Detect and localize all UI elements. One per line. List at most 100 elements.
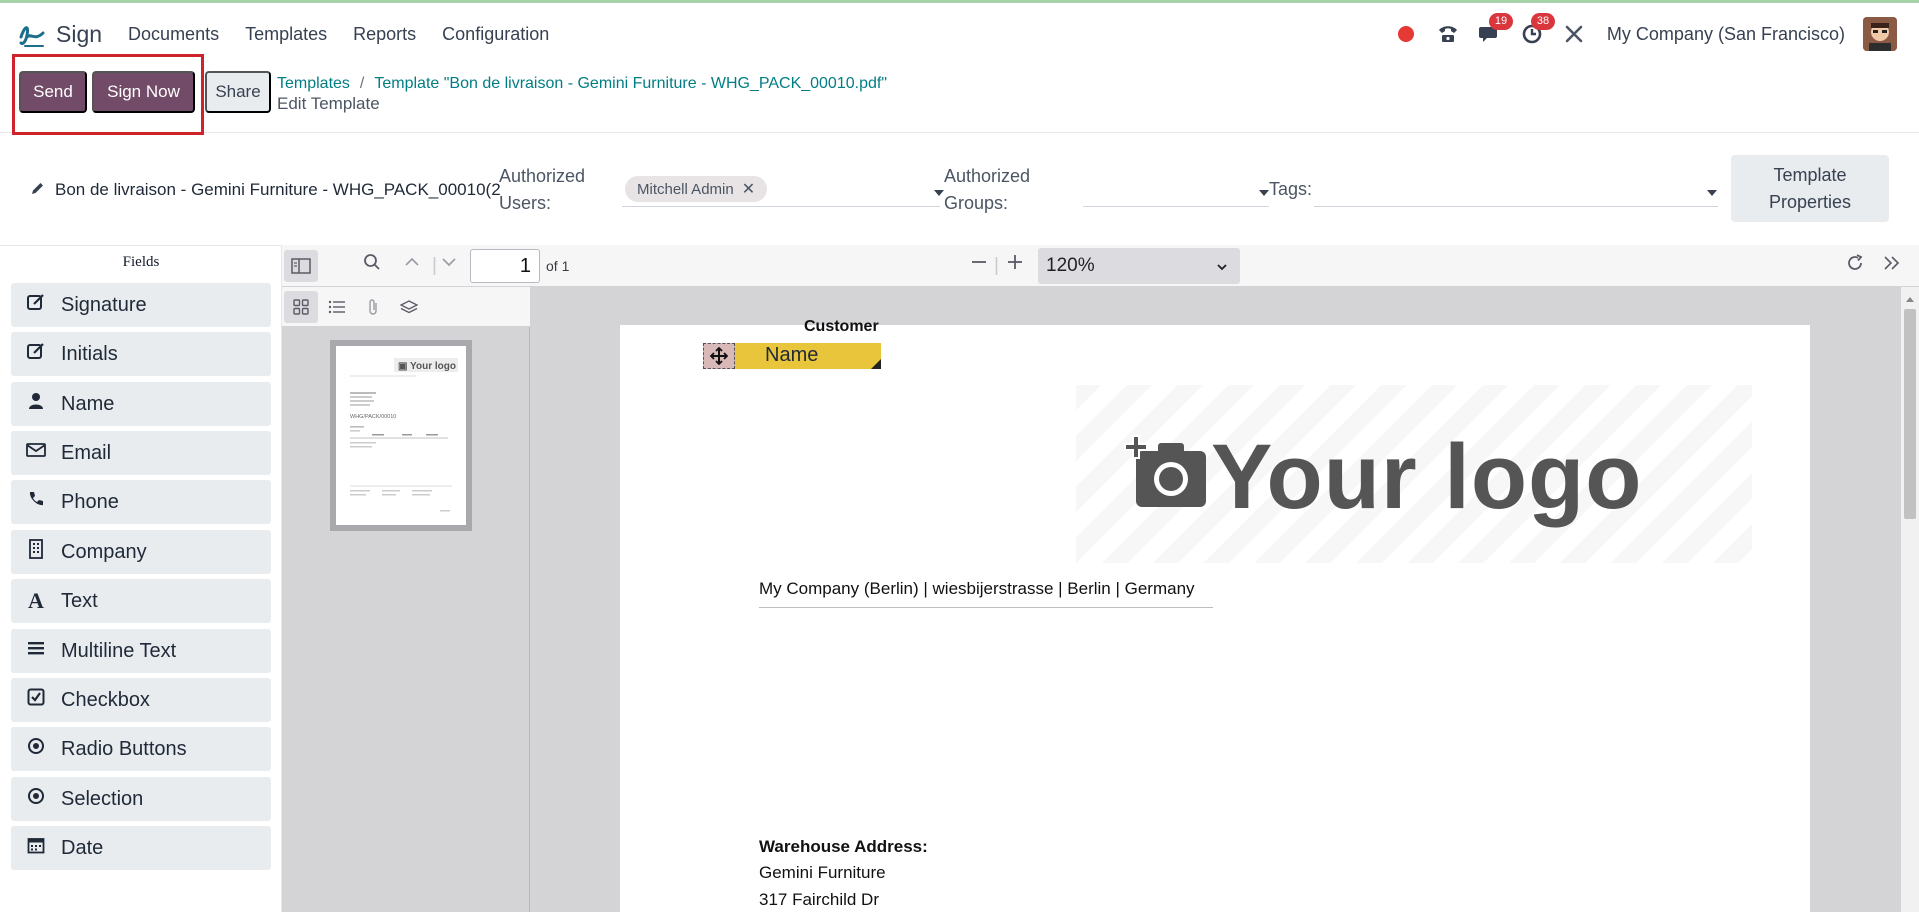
name-field-label: Name — [765, 344, 819, 366]
user-avatar[interactable] — [1863, 17, 1897, 51]
camera-plus-icon — [1124, 435, 1206, 507]
page-count: of 1 — [546, 258, 570, 274]
initials-icon — [11, 341, 61, 367]
authorized-groups-label-line1: Authorized — [944, 166, 1031, 186]
page-thumbnail[interactable]: ▣ Your logo WHG/PACK/00010 — [330, 340, 472, 531]
authorized-groups-input[interactable] — [1083, 206, 1269, 207]
field-label: Company — [61, 540, 147, 563]
field-initials[interactable]: Initials — [11, 332, 271, 376]
authorized-groups-label: Authorized Groups: — [944, 163, 1030, 217]
zoom-out-icon[interactable] — [970, 253, 988, 277]
phone-icon — [11, 490, 61, 514]
recording-icon[interactable] — [1393, 21, 1419, 47]
resize-handle-icon[interactable] — [871, 359, 881, 369]
voip-phone-icon[interactable] — [1435, 21, 1461, 47]
menu-templates[interactable]: Templates — [245, 24, 327, 45]
name-sign-field[interactable]: Name — [703, 343, 881, 369]
outline-list-icon[interactable] — [320, 291, 354, 323]
previous-page-icon[interactable] — [403, 253, 421, 277]
remove-tag-icon[interactable]: ✕ — [742, 179, 755, 199]
zoom-select[interactable]: 120% — [1038, 248, 1240, 284]
next-page-icon[interactable] — [440, 253, 458, 277]
template-name-field[interactable]: Bon de livraison - Gemini Furniture - WH… — [30, 180, 500, 200]
field-label: Signature — [61, 293, 147, 316]
field-label: Phone — [61, 490, 119, 513]
zoom-divider: | — [994, 255, 999, 276]
sign-app-icon — [16, 18, 48, 50]
scroll-up-arrow-icon[interactable] — [1905, 290, 1915, 308]
groups-dropdown-caret-icon[interactable] — [1259, 190, 1269, 196]
layers-icon[interactable] — [392, 291, 426, 323]
svg-text:WHG/PACK/00010: WHG/PACK/00010 — [350, 414, 396, 420]
menu-reports[interactable]: Reports — [353, 24, 416, 45]
toggle-sidebar-button[interactable] — [284, 250, 318, 282]
field-selection[interactable]: Selection — [11, 777, 271, 821]
zoom-value: 120% — [1046, 255, 1095, 276]
authorized-users-label: Authorized Users: — [499, 163, 585, 217]
field-date[interactable]: Date — [11, 826, 271, 870]
tools-menu-icon[interactable] — [1882, 253, 1902, 279]
attachments-paperclip-icon[interactable] — [356, 291, 390, 323]
activities-clock-icon[interactable]: 38 — [1519, 13, 1556, 47]
app-brand[interactable]: Sign — [16, 18, 102, 50]
warehouse-address-label: Warehouse Address: — [759, 837, 928, 856]
page-number-input[interactable]: 1 — [470, 249, 540, 283]
document-scrollbar[interactable] — [1901, 287, 1919, 912]
warehouse-line-1: Gemini Furniture — [759, 863, 886, 882]
main-navbar: Sign Documents Templates Reports Configu… — [0, 3, 1919, 65]
breadcrumb-separator: / — [359, 75, 365, 92]
thumbnail-page-preview: ▣ Your logo WHG/PACK/00010 — [336, 346, 466, 525]
field-company[interactable]: Company — [11, 530, 271, 574]
field-checkbox[interactable]: Checkbox — [11, 678, 271, 722]
field-phone[interactable]: Phone — [11, 480, 271, 524]
top-menu: Documents Templates Reports Configuratio… — [128, 24, 575, 45]
field-label: Checkbox — [61, 688, 150, 711]
checkbox-icon — [11, 688, 61, 712]
company-address: My Company (Berlin) | wiesbijerstrasse |… — [759, 579, 1213, 608]
tags-input[interactable] — [1314, 206, 1718, 207]
field-multiline-text[interactable]: Multiline Text — [11, 629, 271, 673]
menu-documents[interactable]: Documents — [128, 24, 219, 45]
menu-configuration[interactable]: Configuration — [442, 24, 549, 45]
breadcrumb-template-link[interactable]: Template "Bon de livraison - Gemini Furn… — [374, 75, 887, 92]
move-handle-icon[interactable] — [703, 343, 735, 369]
field-label: Selection — [61, 787, 144, 810]
share-button[interactable]: Share — [205, 71, 271, 113]
thumbnails-view-icon[interactable] — [284, 291, 318, 323]
systray: 19 38 My Company (San Francisco) — [1393, 3, 1919, 65]
authorized-users-label-line2: Users: — [499, 193, 552, 213]
field-label: Multiline Text — [61, 639, 177, 662]
authorized-users-label-line1: Authorized — [499, 166, 586, 186]
company-switcher[interactable]: My Company (San Francisco) — [1607, 24, 1845, 45]
field-radio-buttons[interactable]: Radio Buttons — [11, 727, 271, 771]
document-viewer: Customer Name Your logo My Company (Berl… — [530, 287, 1901, 912]
messages-icon[interactable]: 19 — [1477, 13, 1514, 47]
customer-label: Customer — [804, 318, 879, 335]
scroll-thumb[interactable] — [1904, 309, 1916, 519]
tools-icon[interactable] — [1561, 21, 1587, 47]
tags-dropdown-caret-icon[interactable] — [1707, 190, 1717, 196]
send-button[interactable]: Send — [19, 71, 87, 113]
authorized-users-input[interactable] — [622, 206, 940, 207]
text-icon: A — [28, 588, 44, 613]
field-label: Date — [61, 836, 104, 859]
field-signature[interactable]: Signature — [11, 283, 271, 327]
sign-now-button[interactable]: Sign Now — [92, 71, 195, 113]
template-properties-button[interactable]: Template Properties — [1731, 155, 1889, 222]
rotate-refresh-icon[interactable] — [1845, 253, 1865, 279]
zoom-in-icon[interactable] — [1006, 253, 1024, 277]
field-label: Radio Buttons — [61, 737, 187, 760]
field-text[interactable]: A Text — [11, 579, 271, 623]
thumbnail-toolbar — [282, 287, 530, 327]
find-search-icon[interactable] — [363, 253, 381, 277]
pencil-icon — [30, 181, 45, 200]
field-label: Text — [61, 589, 98, 612]
field-email[interactable]: Email — [11, 431, 271, 475]
users-dropdown-caret-icon[interactable] — [934, 190, 944, 196]
template-name: Bon de livraison - Gemini Furniture - WH… — [55, 180, 500, 199]
building-icon — [11, 539, 61, 565]
breadcrumb-templates-link[interactable]: Templates — [277, 75, 350, 92]
messages-badge: 19 — [1488, 13, 1514, 30]
field-name[interactable]: Name — [11, 382, 271, 426]
tag-label: Mitchell Admin — [637, 180, 734, 198]
